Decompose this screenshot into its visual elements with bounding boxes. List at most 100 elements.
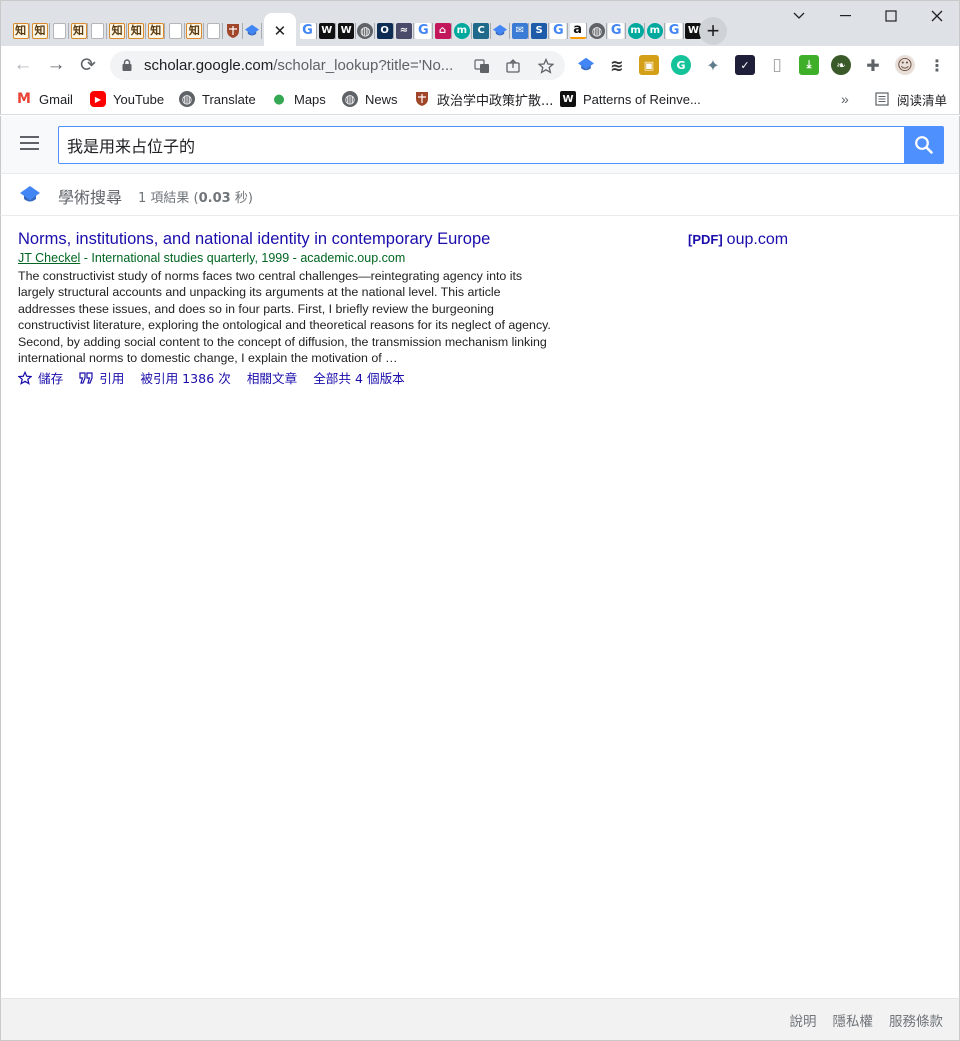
- scholar-ext-icon[interactable]: [576, 55, 596, 75]
- doc-icon: [52, 22, 66, 39]
- bookmark-item[interactable]: ◍ Translate: [179, 89, 256, 109]
- search-icon: [915, 136, 933, 154]
- browser-tab[interactable]: a: [568, 14, 588, 47]
- close-icon: [931, 10, 943, 22]
- footer-privacy-link[interactable]: 隱私權: [833, 1010, 874, 1030]
- result-count-suffix: 秒): [230, 191, 253, 206]
- browser-tab[interactable]: O: [375, 14, 395, 47]
- star-icon: [18, 370, 32, 385]
- bookmark-label: YouTube: [113, 91, 165, 107]
- related-articles-link[interactable]: 相關文章: [247, 368, 297, 387]
- check-ext-icon[interactable]: ✓: [735, 55, 755, 75]
- download-ext-icon[interactable]: ⤓: [799, 55, 819, 75]
- bookmark-item[interactable]: ● Maps: [271, 89, 325, 109]
- active-tab[interactable]: ✕: [263, 13, 296, 48]
- puzzle-icon[interactable]: ✚: [863, 55, 883, 75]
- window-minimize-button[interactable]: [835, 5, 857, 27]
- browser-tab[interactable]: ✉: [510, 14, 530, 47]
- bookmarks-overflow-button[interactable]: »: [841, 89, 849, 109]
- browser-tab[interactable]: G: [414, 14, 434, 47]
- page-ext-icon[interactable]: ▯: [767, 55, 787, 75]
- close-window-button[interactable]: [926, 5, 948, 27]
- browser-tab[interactable]: m: [645, 14, 665, 47]
- browser-tab[interactable]: ≈: [394, 14, 414, 47]
- save-label: 儲存: [38, 371, 64, 386]
- cite-button[interactable]: 引用: [79, 368, 124, 387]
- browser-tab[interactable]: ◍: [587, 14, 607, 47]
- bookmark-item[interactable]: W Patterns of Reinve...: [560, 89, 701, 109]
- browser-tab[interactable]: [88, 14, 108, 47]
- search-button[interactable]: [904, 126, 944, 164]
- forward-button[interactable]: →: [43, 52, 69, 78]
- browser-tab[interactable]: 知: [11, 14, 31, 47]
- all-versions-link[interactable]: 全部共 4 個版本: [313, 368, 405, 387]
- w-icon: W: [560, 91, 576, 107]
- browser-tab[interactable]: [204, 14, 224, 47]
- translate-page-icon[interactable]: [472, 56, 492, 76]
- m-icon: m: [646, 22, 663, 39]
- footer: 說明 隱私權 服務條款: [0, 998, 960, 1041]
- browser-tab[interactable]: [50, 14, 70, 47]
- bookmark-item[interactable]: ◍ News: [342, 89, 398, 109]
- browser-tab[interactable]: 知: [69, 14, 89, 47]
- footer-help-link[interactable]: 說明: [790, 1010, 817, 1030]
- m-icon: m: [453, 22, 470, 39]
- share-icon[interactable]: [503, 56, 523, 76]
- google-icon: G: [550, 22, 567, 39]
- back-button[interactable]: ←: [10, 52, 36, 78]
- browser-tab[interactable]: W: [336, 14, 357, 47]
- address-bar[interactable]: scholar.google.com/scholar_lookup?title=…: [110, 51, 565, 80]
- bookmark-label: Translate: [202, 91, 256, 107]
- zotero-ext-icon[interactable]: ≋: [607, 55, 627, 75]
- browser-tab[interactable]: [165, 14, 185, 47]
- search-box[interactable]: [58, 126, 905, 164]
- browser-tab[interactable]: m: [626, 14, 646, 47]
- browser-tab[interactable]: C: [472, 14, 492, 47]
- browser-tab[interactable]: S: [529, 14, 550, 47]
- browser-tab[interactable]: W: [317, 14, 337, 47]
- browser-tab[interactable]: 知: [146, 14, 166, 47]
- browser-tab[interactable]: ⌂: [433, 14, 453, 47]
- browser-tab[interactable]: 知: [185, 14, 205, 47]
- browser-tab[interactable]: 知: [30, 14, 50, 47]
- bookmark-item[interactable]: ▶ YouTube: [90, 89, 164, 109]
- browser-tab[interactable]: G: [549, 14, 569, 47]
- browser-tab[interactable]: [491, 14, 511, 47]
- grammarly-icon[interactable]: G: [671, 55, 691, 75]
- author-link[interactable]: JT Checkel: [18, 251, 80, 265]
- browser-tab[interactable]: 知: [107, 14, 128, 47]
- image-ext-icon[interactable]: ▣: [639, 55, 659, 75]
- browser-tab[interactable]: 知: [127, 14, 147, 47]
- minimize-button[interactable]: [788, 5, 810, 27]
- c-icon: C: [473, 22, 490, 39]
- bookmark-item[interactable]: M Gmail: [16, 89, 73, 109]
- browser-tab[interactable]: G: [607, 14, 627, 47]
- browser-tab[interactable]: [223, 14, 243, 47]
- gmail-icon: M: [17, 91, 31, 107]
- cited-by-link[interactable]: 被引用 1386 次: [140, 368, 230, 387]
- bookmark-item[interactable]: 政治学中政策扩散...: [414, 89, 553, 109]
- footer-terms-link[interactable]: 服務條款: [889, 1010, 943, 1030]
- hamburger-menu-icon[interactable]: [20, 136, 39, 150]
- kebab-menu-icon[interactable]: ⋮: [927, 55, 947, 75]
- avatar-icon[interactable]: ☺: [895, 55, 915, 75]
- browser-tab[interactable]: [243, 14, 263, 47]
- satellite-ext-icon[interactable]: ✦: [703, 55, 723, 75]
- browser-tab[interactable]: G: [665, 14, 685, 47]
- close-tab-icon[interactable]: ✕: [274, 22, 287, 40]
- result-title-link[interactable]: Norms, institutions, and national identi…: [18, 230, 490, 249]
- search-input[interactable]: [59, 127, 904, 163]
- reload-button[interactable]: ⟳: [75, 52, 101, 78]
- new-tab-button[interactable]: +: [699, 17, 727, 45]
- save-button[interactable]: 儲存: [18, 368, 63, 387]
- result-count-prefix: 1 項結果 (: [138, 191, 199, 206]
- maximize-button[interactable]: [880, 5, 902, 27]
- browser-tab[interactable]: ◍: [356, 14, 376, 47]
- bookmark-star-icon[interactable]: [536, 56, 556, 76]
- reading-list-button[interactable]: 阅读清单: [874, 89, 947, 109]
- bookmark-label: Gmail: [39, 91, 73, 107]
- pdf-link[interactable]: [PDF] oup.com: [688, 231, 788, 249]
- browser-tab[interactable]: G: [298, 14, 318, 47]
- leaf-ext-icon[interactable]: ❧: [831, 55, 851, 75]
- browser-tab[interactable]: m: [452, 14, 472, 47]
